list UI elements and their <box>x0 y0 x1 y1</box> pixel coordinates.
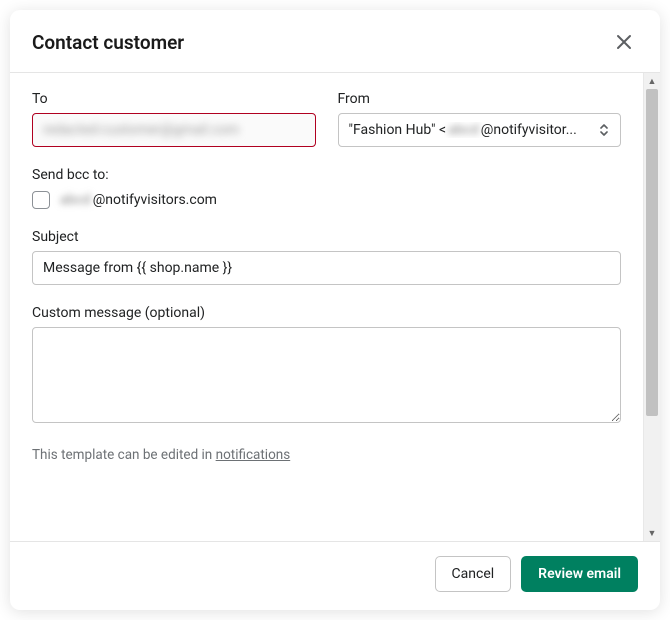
notifications-link[interactable]: notifications <box>216 447 291 463</box>
bcc-email: abcd@notifyvisitors.com <box>60 192 217 208</box>
scroll-thumb[interactable] <box>646 89 658 416</box>
review-email-button[interactable]: Review email <box>521 556 638 592</box>
chevron-updown-icon <box>598 122 610 138</box>
from-label: From <box>338 91 622 107</box>
bcc-label: Send bcc to: <box>32 167 621 183</box>
custom-message-textarea[interactable] <box>32 327 621 423</box>
to-label: To <box>32 91 316 107</box>
modal-footer: Cancel Review email <box>10 541 660 610</box>
scroll-track[interactable] <box>644 89 660 525</box>
to-value-redacted: redacted-customer@gmail.com <box>43 122 239 138</box>
scroll-down-arrow[interactable]: ▼ <box>644 525 660 541</box>
scroll-up-arrow[interactable]: ▲ <box>644 73 660 89</box>
from-select[interactable]: "Fashion Hub" <abcd@notifyvisitor... <box>338 113 622 147</box>
close-button[interactable] <box>610 28 638 56</box>
modal-body: To redacted-customer@gmail.com From "Fas… <box>10 73 643 541</box>
bcc-checkbox[interactable] <box>32 191 50 209</box>
from-value: "Fashion Hub" <abcd@notifyvisitor... <box>349 122 577 138</box>
contact-customer-modal: Contact customer To redacted-customer@gm… <box>10 10 660 610</box>
scrollbar[interactable]: ▲ ▼ <box>643 73 660 541</box>
to-input[interactable]: redacted-customer@gmail.com <box>32 113 316 147</box>
cancel-button[interactable]: Cancel <box>435 556 512 592</box>
subject-label: Subject <box>32 229 621 245</box>
template-hint: This template can be edited in notificat… <box>32 447 621 463</box>
modal-title: Contact customer <box>32 31 184 54</box>
modal-header: Contact customer <box>10 10 660 73</box>
subject-input[interactable] <box>32 251 621 285</box>
modal-body-wrapper: To redacted-customer@gmail.com From "Fas… <box>10 73 660 541</box>
custom-message-label: Custom message (optional) <box>32 305 621 321</box>
close-icon <box>614 32 634 52</box>
